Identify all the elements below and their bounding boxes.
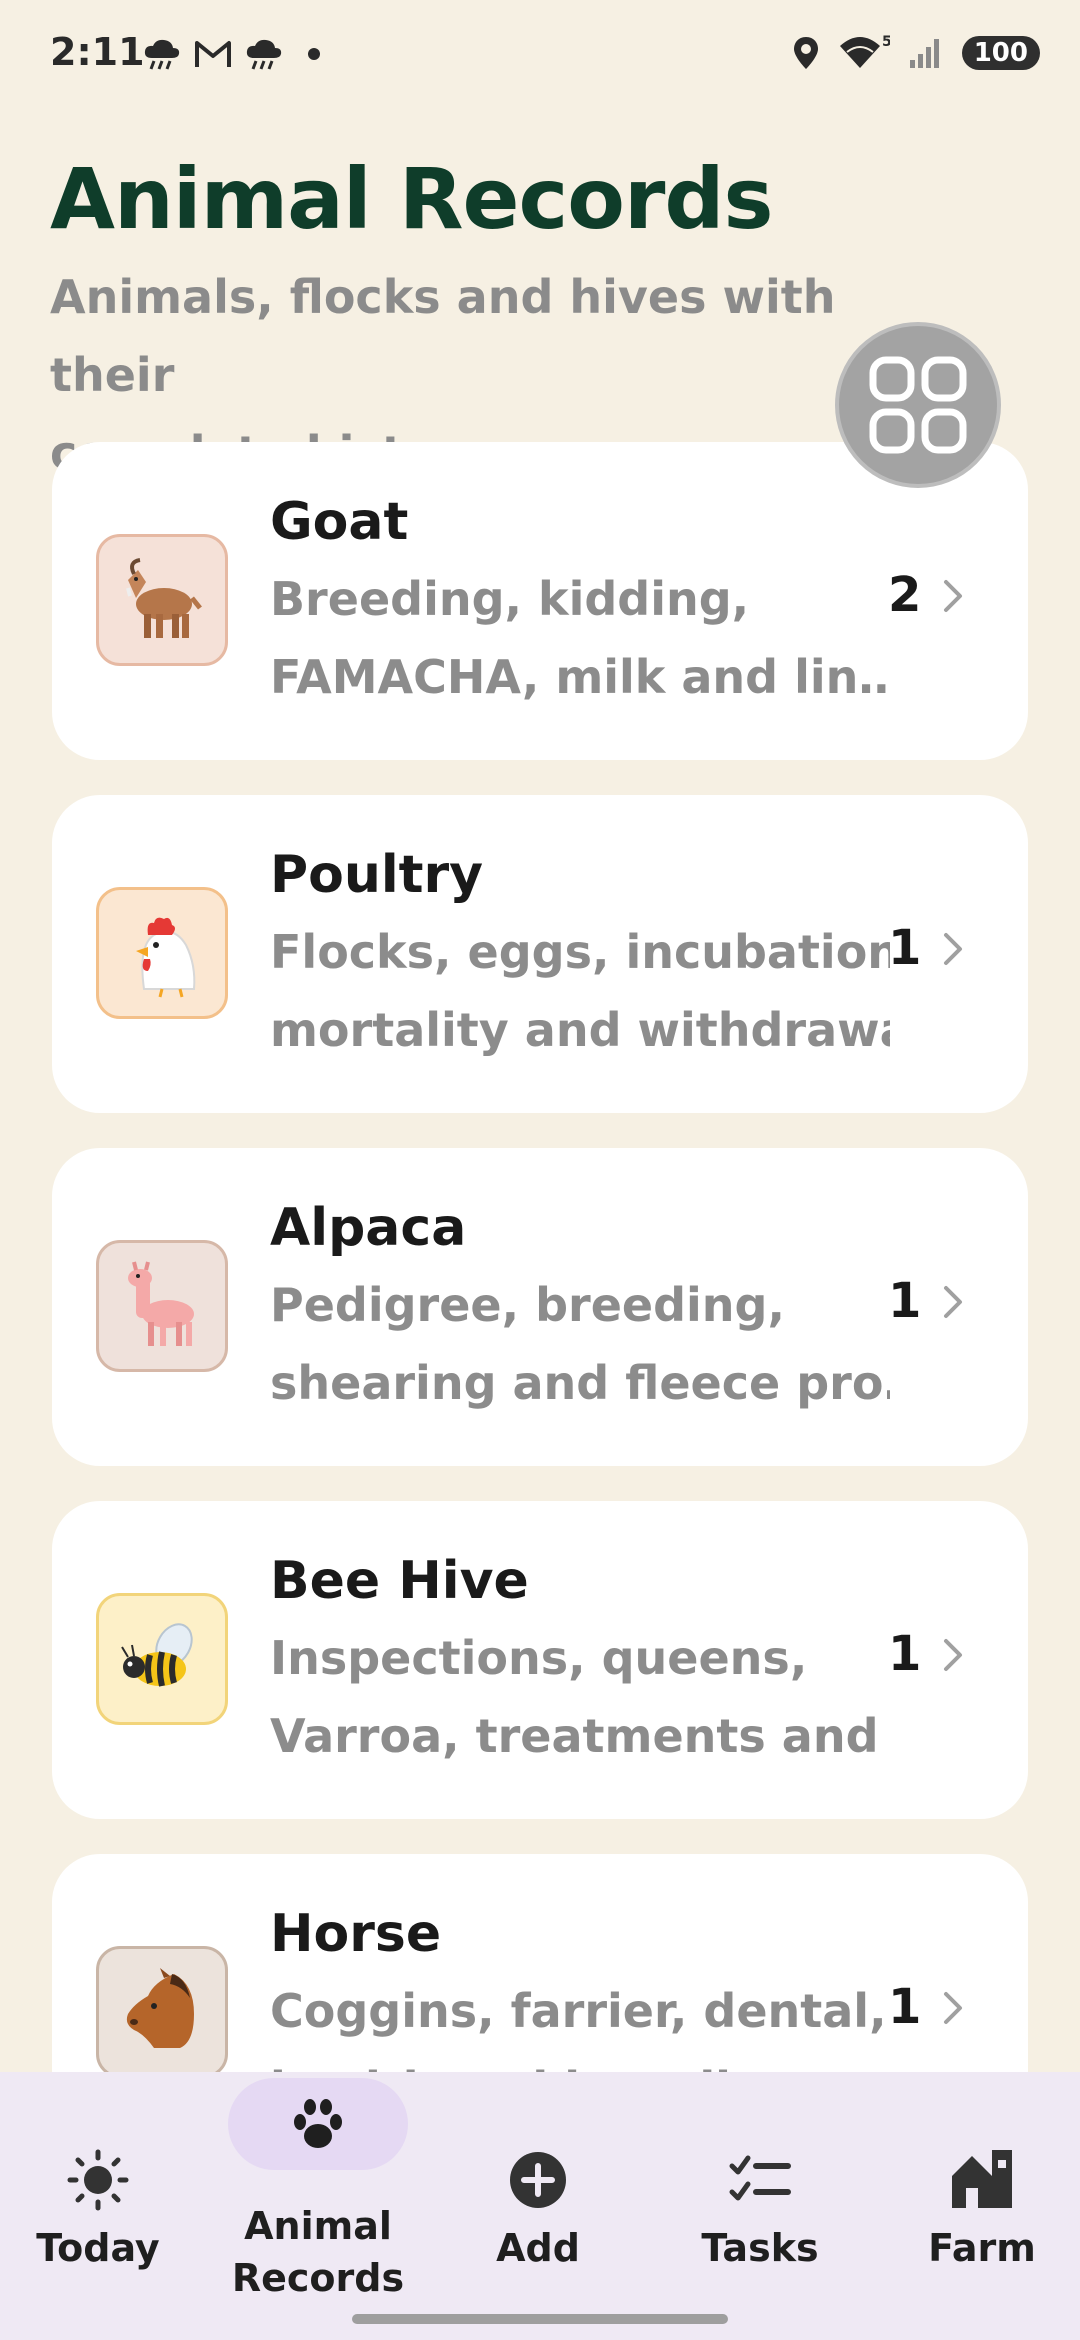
bee-icon-tile [96, 1593, 228, 1725]
card-description: Pedigree, breeding, shearing and fleece … [270, 1266, 890, 1422]
card-desc-line-1: Pedigree, breeding, [270, 1278, 785, 1332]
record-count: 1 [888, 1273, 922, 1329]
nav-label: Today [36, 2226, 160, 2270]
record-count: 2 [888, 567, 922, 623]
farm-icon [952, 2150, 1012, 2208]
page-title: Animal Records [50, 150, 774, 248]
card-title: Poultry [270, 845, 484, 905]
card-desc-line-2: Varroa, treatments and … [270, 1709, 890, 1763]
nav-item-add[interactable]: Add [440, 2072, 636, 2340]
nav-label: Add [496, 2226, 580, 2270]
nav-label-line-1: Animal [244, 2204, 392, 2248]
card-desc-line-2: mortality and withdrawa… [270, 1003, 890, 1057]
subtitle-line-1: Animals, flocks and hives with their [50, 270, 836, 402]
card-desc-line-1: Breeding, kidding, [270, 572, 750, 626]
dot-icon [308, 48, 320, 60]
grid-menu-button[interactable] [835, 322, 1001, 488]
nav-item-animal-records[interactable]: Animal Records [218, 2072, 418, 2340]
status-bar: 2:11 5 100 [0, 0, 1080, 110]
battery-indicator: 100 [961, 36, 1040, 70]
animal-card-bee-hive[interactable]: Bee Hive Inspections, queens, Varroa, tr… [52, 1501, 1028, 1819]
horse-icon [126, 1968, 194, 2048]
llama-icon-tile [96, 1240, 228, 1372]
card-description: Flocks, eggs, incubation, mortality and … [270, 913, 890, 1069]
nav-item-today[interactable]: Today [0, 2072, 196, 2340]
storm-cloud-icon [246, 39, 282, 70]
storm-cloud-icon [144, 39, 180, 70]
animal-card-goat[interactable]: Goat Breeding, kidding, FAMACHA, milk an… [52, 442, 1028, 760]
goat-icon-tile [96, 534, 228, 666]
chevron-right-icon [944, 1286, 962, 1318]
card-description: Breeding, kidding, FAMACHA, milk and lin… [270, 560, 890, 716]
home-indicator[interactable] [352, 2314, 728, 2324]
bottom-navigation: Today Animal Records Add Tasks Farm [0, 2072, 1080, 2340]
notification-icons [142, 36, 326, 72]
card-desc-line-2: FAMACHA, milk and lin… [270, 650, 890, 704]
nav-item-farm[interactable]: Farm [884, 2072, 1080, 2340]
nav-item-tasks[interactable]: Tasks [662, 2072, 858, 2340]
animal-card-alpaca[interactable]: Alpaca Pedigree, breeding, shearing and … [52, 1148, 1028, 1466]
system-icons: 5 100 [792, 34, 1040, 72]
grid-icon [869, 356, 967, 454]
horse-icon-tile [96, 1946, 228, 2078]
goat-icon [126, 558, 202, 638]
nav-label: Tasks [701, 2226, 819, 2270]
checklist-icon [729, 2155, 791, 2201]
nav-label: Animal Records [218, 2200, 418, 2304]
card-title: Bee Hive [270, 1551, 529, 1611]
chevron-right-icon [944, 580, 962, 612]
animal-card-poultry[interactable]: Poultry Flocks, eggs, incubation, mortal… [52, 795, 1028, 1113]
card-title: Alpaca [270, 1198, 467, 1258]
paw-icon [294, 2099, 342, 2148]
chicken-icon-tile [96, 887, 228, 1019]
card-title: Goat [270, 492, 409, 552]
card-title: Horse [270, 1904, 442, 1964]
card-desc-line-1: Inspections, queens, [270, 1631, 808, 1685]
card-description: Inspections, queens, Varroa, treatments … [270, 1619, 890, 1775]
card-desc-line-2: shearing and fleece pro… [270, 1356, 890, 1410]
signal-icon [909, 39, 939, 68]
gmail-icon [195, 41, 231, 67]
bee-icon [121, 1623, 193, 1687]
chevron-right-icon [944, 1992, 962, 2024]
nav-label-line-2: Records [231, 2256, 405, 2300]
chevron-right-icon [944, 933, 962, 965]
chicken-icon [136, 917, 196, 998]
card-desc-line-1: Coggins, farrier, dental, [270, 1984, 887, 2038]
location-icon [793, 37, 818, 69]
status-time: 2:11 [50, 30, 145, 74]
add-circle-icon [510, 2152, 566, 2208]
record-count: 1 [888, 1626, 922, 1682]
nav-label: Farm [928, 2226, 1036, 2270]
wifi-badge: 5 [882, 34, 890, 50]
sun-icon [67, 2149, 129, 2211]
chevron-right-icon [944, 1639, 962, 1671]
record-count: 1 [888, 1979, 922, 2035]
record-count: 1 [888, 920, 922, 976]
card-desc-line-1: Flocks, eggs, incubation, [270, 925, 890, 979]
wifi-icon: 5 [839, 34, 890, 68]
llama-icon [128, 1261, 194, 1346]
